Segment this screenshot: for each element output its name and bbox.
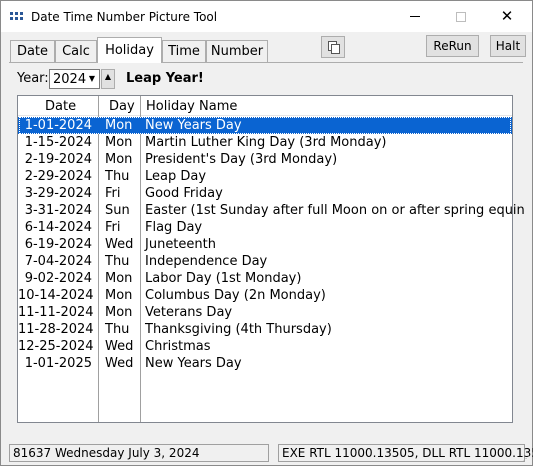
holiday-name: Veterans Day bbox=[145, 305, 233, 320]
title-bar[interactable]: Date Time Number Picture Tool ✕ bbox=[1, 1, 532, 32]
holiday-date: 6-14-2024 bbox=[24, 220, 92, 235]
list-item[interactable]: 11-28-2024 Thu Thanksgiving (4th Thursday) bbox=[18, 321, 512, 338]
tab-holiday[interactable]: Holiday bbox=[97, 37, 162, 63]
holiday-list[interactable]: Date Day Holiday Name 1-01-2024 Mon New Ye… bbox=[17, 95, 525, 423]
holiday-name: Christmas bbox=[145, 339, 211, 354]
list-item[interactable]: 1-01-2025 Wed New Years Day bbox=[18, 355, 512, 372]
list-item[interactable]: 6-19-2024 Wed Juneteenth bbox=[18, 236, 512, 253]
holiday-day: Mon bbox=[105, 152, 133, 167]
holiday-name: New Years Day bbox=[145, 356, 242, 371]
holiday-day: Wed bbox=[105, 339, 134, 354]
list-header: Date Day Holiday Name bbox=[18, 96, 512, 116]
list-item[interactable]: 11-11-2024 Mon Veterans Day bbox=[18, 304, 512, 321]
list-item[interactable]: 2-29-2024 Thu Leap Day bbox=[18, 168, 512, 185]
maximize-button[interactable] bbox=[438, 1, 484, 32]
holiday-day: Mon bbox=[105, 135, 133, 150]
column-header-date[interactable]: Date bbox=[45, 96, 76, 116]
holiday-day: Thu bbox=[105, 169, 130, 184]
holiday-day: Sun bbox=[105, 203, 130, 218]
arrow-up-icon: ▲ bbox=[104, 72, 112, 81]
copy-button[interactable] bbox=[321, 36, 345, 58]
list-item[interactable]: 9-02-2024 Mon Labor Day (1st Monday) bbox=[18, 270, 512, 287]
year-spin-up-button[interactable]: ▲ bbox=[101, 69, 115, 89]
leap-year-label: Leap Year! bbox=[126, 71, 204, 86]
holiday-day: Mon bbox=[105, 305, 133, 320]
holiday-name: Good Friday bbox=[145, 186, 223, 201]
holiday-name: New Years Day bbox=[145, 118, 242, 133]
holiday-name: Flag Day bbox=[145, 220, 203, 235]
status-date-panel: 81637 Wednesday July 3, 2024 bbox=[9, 444, 269, 462]
focus-rect bbox=[19, 117, 511, 134]
window-title: Date Time Number Picture Tool bbox=[31, 9, 218, 24]
holiday-day: Mon bbox=[105, 118, 133, 133]
list-item[interactable]: 1-01-2024 Mon New Years Day bbox=[18, 117, 512, 134]
holiday-date: 10-14-2024 bbox=[18, 288, 94, 303]
status-version-panel: EXE RTL 11000.13505, DLL RTL 11000.13505 bbox=[278, 444, 533, 462]
holiday-date: 12-25-2024 bbox=[18, 339, 94, 354]
list-item[interactable]: 12-25-2024 Wed Christmas bbox=[18, 338, 512, 355]
list-item[interactable]: 7-04-2024 Thu Independence Day bbox=[18, 253, 512, 270]
tab-date[interactable]: Date bbox=[10, 40, 55, 62]
close-icon: ✕ bbox=[500, 7, 514, 25]
halt-button[interactable]: Halt bbox=[490, 35, 526, 57]
holiday-day: Mon bbox=[105, 288, 133, 303]
list-item[interactable]: 3-29-2024 Fri Good Friday bbox=[18, 185, 512, 202]
minimize-icon bbox=[410, 16, 420, 17]
holiday-name: Columbus Day (2n Monday) bbox=[145, 288, 326, 303]
holiday-day: Fri bbox=[105, 186, 121, 201]
holiday-name: Independence Day bbox=[145, 254, 268, 269]
holiday-day: Thu bbox=[105, 322, 130, 337]
list-item[interactable]: 3-31-2024 Sun Easter (1st Sunday after ful… bbox=[18, 202, 525, 219]
holiday-date: 3-31-2024 bbox=[24, 203, 92, 218]
minimize-button[interactable] bbox=[392, 1, 438, 32]
list-item[interactable]: 6-14-2024 Fri Flag Day bbox=[18, 219, 512, 236]
holiday-name: President's Day (3rd Monday) bbox=[145, 152, 338, 167]
grid-app-icon[interactable] bbox=[9, 9, 25, 25]
tab-calc[interactable]: Calc bbox=[55, 40, 97, 62]
tab-divider bbox=[9, 62, 523, 63]
list-item[interactable]: 1-15-2024 Mon Martin Luther King Day (3rd … bbox=[18, 134, 512, 151]
holiday-day: Wed bbox=[105, 356, 134, 371]
year-dropdown[interactable]: 2024 ▼ bbox=[49, 69, 100, 89]
close-button[interactable]: ✕ bbox=[484, 1, 530, 32]
status-bar: 81637 Wednesday July 3, 2024 EXE RTL 110… bbox=[1, 441, 533, 465]
holiday-name: Leap Day bbox=[145, 169, 207, 184]
year-value: 2024 bbox=[53, 71, 87, 87]
year-label: Year: bbox=[17, 71, 49, 86]
holiday-day: Thu bbox=[105, 254, 130, 269]
holiday-day: Fri bbox=[105, 220, 121, 235]
holiday-name: Martin Luther King Day (3rd Monday) bbox=[145, 135, 387, 150]
holiday-date: 2-19-2024 bbox=[24, 152, 92, 167]
holiday-date: 1-15-2024 bbox=[24, 135, 92, 150]
column-header-holiday-name[interactable]: Holiday Name bbox=[146, 96, 237, 116]
holiday-date: 11-11-2024 bbox=[18, 305, 94, 320]
list-item[interactable]: 10-14-2024 Mon Columbus Day (2n Monday) bbox=[18, 287, 512, 304]
holiday-date: 3-29-2024 bbox=[24, 186, 92, 201]
tab-number[interactable]: Number bbox=[206, 40, 268, 62]
holiday-day: Wed bbox=[105, 237, 134, 252]
holiday-day: Mon bbox=[105, 271, 133, 286]
rerun-button[interactable]: ReRun bbox=[426, 35, 479, 57]
maximize-icon bbox=[456, 11, 466, 22]
holiday-date: 11-28-2024 bbox=[18, 322, 94, 337]
list-item[interactable]: 2-19-2024 Mon President's Day (3rd Monday) bbox=[18, 151, 512, 168]
column-header-day[interactable]: Day bbox=[109, 96, 135, 116]
holiday-name: Thanksgiving (4th Thursday) bbox=[145, 322, 332, 337]
holiday-name: Juneteenth bbox=[145, 237, 216, 252]
holiday-date: 9-02-2024 bbox=[24, 271, 92, 286]
holiday-date: 1-01-2024 bbox=[24, 118, 92, 133]
app-window: Date Time Number Picture Tool ✕ Date Cal… bbox=[0, 0, 533, 466]
holiday-name: Labor Day (1st Monday) bbox=[145, 271, 302, 286]
chevron-down-icon[interactable]: ▼ bbox=[89, 74, 95, 83]
holiday-date: 7-04-2024 bbox=[24, 254, 92, 269]
holiday-date: 6-19-2024 bbox=[24, 237, 92, 252]
holiday-date: 2-29-2024 bbox=[24, 169, 92, 184]
tab-time[interactable]: Time bbox=[162, 40, 206, 62]
holiday-name: Easter (1st Sunday after full Moon on or… bbox=[145, 203, 525, 218]
resize-grip-icon[interactable]: ⋰ bbox=[522, 454, 530, 463]
holiday-date: 1-01-2025 bbox=[24, 356, 92, 371]
